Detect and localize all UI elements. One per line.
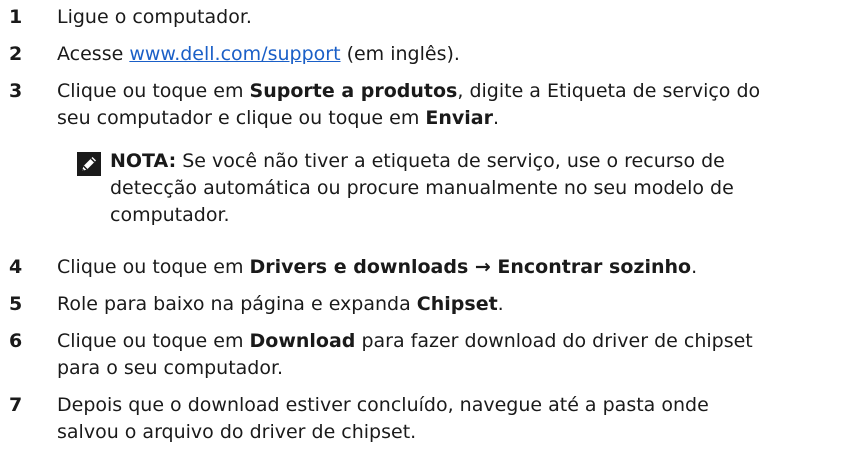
note-line: Se você não tiver a etiqueta de serviço,…: [176, 150, 725, 172]
step-bold-term: Drivers e downloads → Encontrar sozinho: [249, 256, 692, 278]
step-text-part: para fazer download do driver de chipset: [355, 330, 753, 352]
step-text-part: , digite a Etiqueta de serviço do: [457, 80, 761, 102]
step-number: 2: [9, 43, 23, 65]
step-text: Acesse www.dell.com/support (em inglês).: [57, 41, 837, 68]
step-number: 4: [9, 256, 23, 278]
pencil-icon: [77, 152, 101, 176]
step-number: 6: [9, 330, 23, 352]
step-text-part: seu computador e clique ou toque em: [57, 107, 426, 129]
step-text: Role para baixo na página e expanda Chip…: [57, 291, 837, 318]
step-text-part: .: [497, 293, 504, 315]
note-text: NOTA: Se você não tiver a etiqueta de se…: [110, 148, 810, 229]
step-text-part: (em inglês).: [340, 43, 460, 65]
step-bold-term: Suporte a produtos: [249, 80, 458, 102]
step-text-part: Depois que o download estiver concluído,…: [57, 394, 709, 416]
step-bold-term: Download: [249, 330, 356, 352]
step-bold-term: Enviar: [425, 107, 494, 129]
step-number: 7: [9, 394, 23, 416]
note-line: computador.: [110, 204, 230, 226]
step-text-part: Clique ou toque em: [57, 80, 250, 102]
step-text-part: Role para baixo na página e expanda: [57, 293, 417, 315]
step-text: Clique ou toque em Download para fazer d…: [57, 328, 837, 382]
step-number: 1: [9, 6, 23, 28]
step-text-part: .: [691, 256, 698, 278]
step-text-part: Acesse: [57, 43, 130, 65]
step-text-part: para o seu computador.: [57, 357, 284, 379]
step-number: 5: [9, 293, 23, 315]
step-number: 3: [9, 80, 23, 102]
dell-support-link[interactable]: www.dell.com/support: [129, 43, 340, 65]
step-text-part: Clique ou toque em: [57, 330, 250, 352]
step-text-part: salvou o arquivo do driver de chipset.: [57, 421, 417, 443]
step-text: Clique ou toque em Drivers e downloads →…: [57, 254, 837, 281]
note-label: NOTA:: [110, 150, 177, 172]
step-text: Clique ou toque em Suporte a produtos, d…: [57, 78, 837, 132]
step-bold-term: Chipset: [416, 293, 498, 315]
step-text: Depois que o download estiver concluído,…: [57, 392, 837, 446]
step-text: Ligue o computador.: [57, 6, 252, 28]
step-text-part: Clique ou toque em: [57, 256, 250, 278]
note-line: detecção automática ou procure manualmen…: [110, 177, 734, 199]
step-text-part: .: [493, 107, 500, 129]
